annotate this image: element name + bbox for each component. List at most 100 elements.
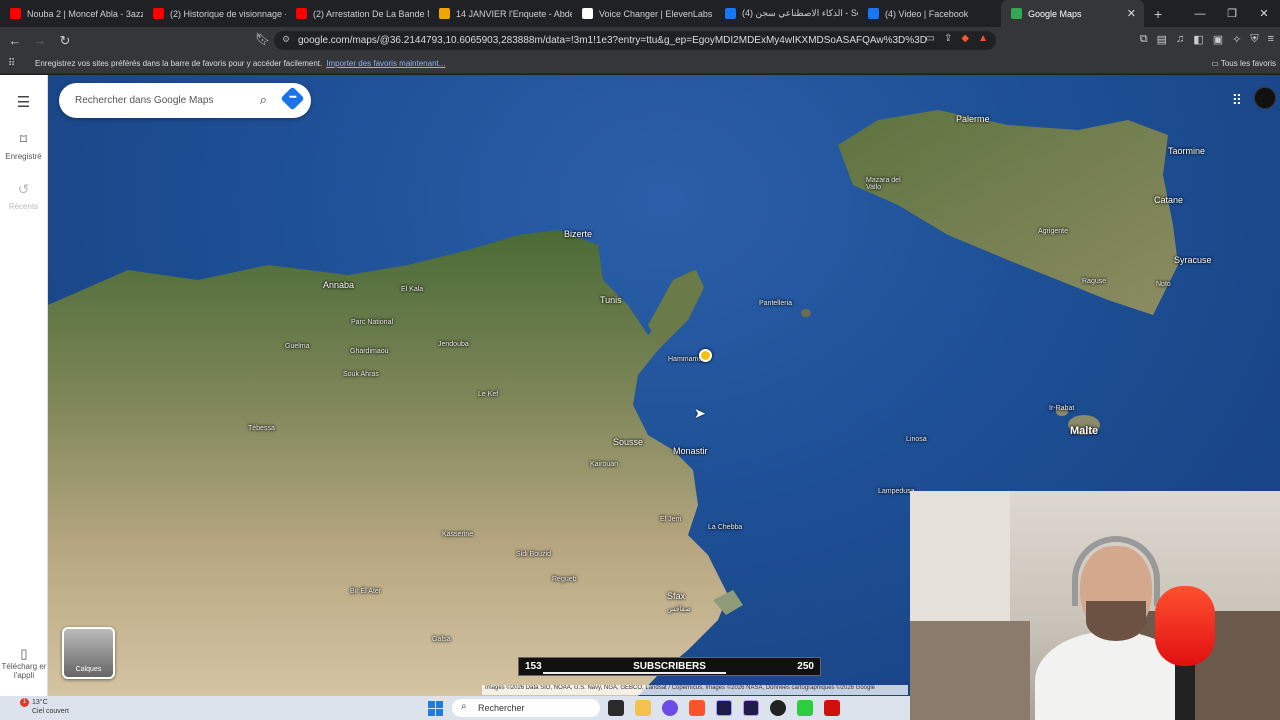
place-label-bizerte[interactable]: Bizerte — [564, 229, 592, 239]
tab-title: (2) Historique de visionnage - — [170, 8, 286, 19]
place-label-kairouan[interactable]: Kairouan — [590, 461, 618, 468]
place-label-syracuse[interactable]: Syracuse — [1174, 255, 1212, 265]
browser-tab[interactable]: Voice Changer | ElevenLabs — [572, 0, 715, 27]
place-label-sidibouzid[interactable]: Sidi Bouzid — [516, 551, 551, 558]
place-label-jendouba[interactable]: Jendouba — [438, 341, 469, 348]
place-label-sfax-arabic[interactable]: صفاقس — [667, 605, 691, 613]
wallet-icon[interactable]: ▣ — [1213, 33, 1223, 46]
place-label-agrigento[interactable]: Agrigente — [1038, 228, 1068, 235]
url-bar[interactable]: 🔖︎ ⚙ google.com/maps/@36.2144793,10.6065… — [255, 31, 996, 50]
place-label-monastir[interactable]: Monastir — [673, 446, 708, 456]
browser-tab[interactable]: Google Maps ✕ — [1001, 0, 1144, 27]
leo-icon[interactable]: ✧ — [1232, 33, 1241, 46]
windows-start-icon[interactable] — [428, 701, 443, 716]
brave-rewards-icon[interactable]: ▲ — [978, 33, 988, 44]
search-icon[interactable]: ⌕ — [260, 92, 267, 108]
place-label-gafsa[interactable]: Gafsa — [432, 636, 451, 643]
brave-browser-icon[interactable] — [689, 700, 705, 716]
browser-tab[interactable]: 14 JANVIER l'Enquete - Abdela — [429, 0, 572, 27]
weather-widget[interactable]: 1 13°C Ciel couvert — [10, 698, 69, 716]
place-label-eljem[interactable]: El Jem — [660, 516, 681, 523]
browser-tab[interactable]: Nouba 2 | Moncef Abla - 3azza — [0, 0, 143, 27]
bookmark-icon[interactable]: 🔖︎ — [255, 32, 270, 46]
app-green-icon[interactable] — [797, 700, 813, 716]
place-label-taormina[interactable]: Taormine — [1168, 146, 1205, 156]
forward-icon[interactable]: → — [30, 33, 50, 48]
weather-desc: Ciel couvert — [32, 708, 69, 715]
place-label-annaba[interactable]: Annaba — [323, 280, 354, 290]
directions-icon[interactable] — [280, 86, 305, 111]
browser-tab[interactable]: (2) Historique de visionnage - — [143, 0, 286, 27]
maps-search-box[interactable]: Rechercher dans Google Maps ⌕ — [59, 83, 311, 118]
taskbar-search[interactable]: ⌕ Rechercher — [452, 699, 600, 717]
messenger-icon[interactable] — [662, 700, 678, 716]
google-apps-icon[interactable]: ⠿ — [1232, 92, 1242, 109]
place-label-sousse[interactable]: Sousse — [613, 437, 643, 447]
history-icon: ↺ — [17, 181, 30, 197]
import-bookmarks-link[interactable]: Importer des favoris maintenant... — [326, 59, 445, 68]
place-label-tunis[interactable]: Tunis — [600, 295, 622, 305]
reading-list-icon[interactable]: ▤ — [1157, 33, 1167, 46]
file-explorer-icon[interactable] — [635, 700, 651, 716]
place-label-sfax[interactable]: Sfax — [667, 591, 685, 601]
share-icon[interactable]: ⇪ — [944, 33, 952, 44]
place-label-catania[interactable]: Catane — [1154, 195, 1183, 205]
after-effects-icon[interactable] — [743, 700, 759, 716]
install-app-icon[interactable]: ▭ — [926, 33, 935, 44]
reload-icon[interactable]: ↻ — [55, 33, 75, 49]
search-input[interactable]: Rechercher dans Google Maps — [75, 95, 213, 106]
place-label-regueb[interactable]: Regueb — [552, 576, 577, 583]
vpn-icon[interactable]: ⛨ — [1250, 33, 1258, 46]
extensions-icon[interactable]: ⧉ — [1140, 33, 1148, 46]
new-tab-button[interactable]: + — [1154, 6, 1162, 22]
menu-icon[interactable]: ≡ — [1268, 33, 1274, 46]
media-icon[interactable]: ♫ — [1176, 33, 1184, 46]
place-label-guelma[interactable]: Guelma — [285, 343, 310, 350]
place-label-pantelleria[interactable]: Pantelleria — [759, 300, 792, 307]
layers-button[interactable]: Calques — [62, 627, 115, 679]
task-view-icon[interactable] — [608, 700, 624, 716]
browser-tab[interactable]: (4) Video | Facebook — [858, 0, 1001, 27]
apps-icon[interactable]: ⠿ — [8, 58, 21, 69]
premiere-pro-icon[interactable] — [716, 700, 732, 716]
avatar[interactable] — [1254, 87, 1276, 109]
place-label-mazara[interactable]: Mazara del Vallo — [866, 177, 906, 191]
all-bookmarks-button[interactable]: ▭ Tous les favoris — [1211, 59, 1276, 68]
place-label-le-kef[interactable]: Le Kef — [478, 391, 498, 398]
place-label-chebba[interactable]: La Chebba — [708, 524, 742, 531]
rail-item-download-app[interactable]: ▯ Télécharg er l'appli — [0, 647, 48, 680]
acrobat-icon[interactable] — [824, 700, 840, 716]
browser-tab[interactable]: (4) الذكاء الاصطناعي سجن - Sea — [715, 0, 858, 27]
map-pin-icon[interactable] — [699, 349, 712, 362]
place-label-souk-ahras[interactable]: Souk Ahras — [343, 371, 379, 378]
toolbar-extensions: ⧉ ▤ ♫ ◧ ▣ ✧ ⛨ ≡ — [1140, 33, 1274, 46]
taskbar-search-label: Rechercher — [478, 703, 525, 713]
menu-icon[interactable]: ☰ — [17, 93, 30, 111]
place-label-malta[interactable]: Malte — [1070, 425, 1098, 437]
place-label-bir-elater[interactable]: Bir El Ater — [350, 588, 381, 595]
place-label-kasserine[interactable]: Kasserine — [442, 531, 473, 538]
sidebar-icon[interactable]: ◧ — [1193, 33, 1203, 46]
rail-item-saved[interactable]: ⌑ Enregistré — [5, 131, 41, 161]
place-label-ragusa[interactable]: Raguse — [1082, 278, 1106, 285]
place-label-rabat[interactable]: Ir-Rabat — [1049, 405, 1074, 412]
obs-icon[interactable] — [770, 700, 786, 716]
rail-item-recent[interactable]: ↺ Récents — [9, 181, 38, 211]
minimize-icon[interactable]: — — [1184, 8, 1216, 20]
rail-item-recent-label: Récents — [8, 202, 39, 211]
site-info-icon[interactable]: ⚙ — [282, 34, 290, 45]
close-window-icon[interactable]: ✕ — [1248, 7, 1280, 20]
place-label-ghardimaou[interactable]: Ghardimaou — [350, 348, 389, 355]
brave-shields-icon[interactable]: ◆ — [961, 33, 969, 44]
place-label-parc[interactable]: Parc National — [351, 319, 393, 326]
browser-tab[interactable]: (2) Arrestation De La Bande Ma — [286, 0, 429, 27]
address-toolbar: ← → ↻ 🔖︎ ⚙ google.com/maps/@36.2144793,1… — [0, 27, 1280, 54]
place-label-linosa[interactable]: Linosa — [906, 436, 927, 443]
back-icon[interactable]: ← — [5, 33, 25, 48]
place-label-elkala[interactable]: El Kala — [401, 286, 423, 293]
place-label-tebessa[interactable]: Tébessa — [248, 425, 275, 432]
place-label-palermo[interactable]: Palerme — [956, 114, 990, 124]
close-tab-icon[interactable]: ✕ — [1127, 7, 1136, 20]
maximize-icon[interactable]: ❐ — [1216, 7, 1248, 20]
place-label-noto[interactable]: Noto — [1156, 281, 1171, 288]
